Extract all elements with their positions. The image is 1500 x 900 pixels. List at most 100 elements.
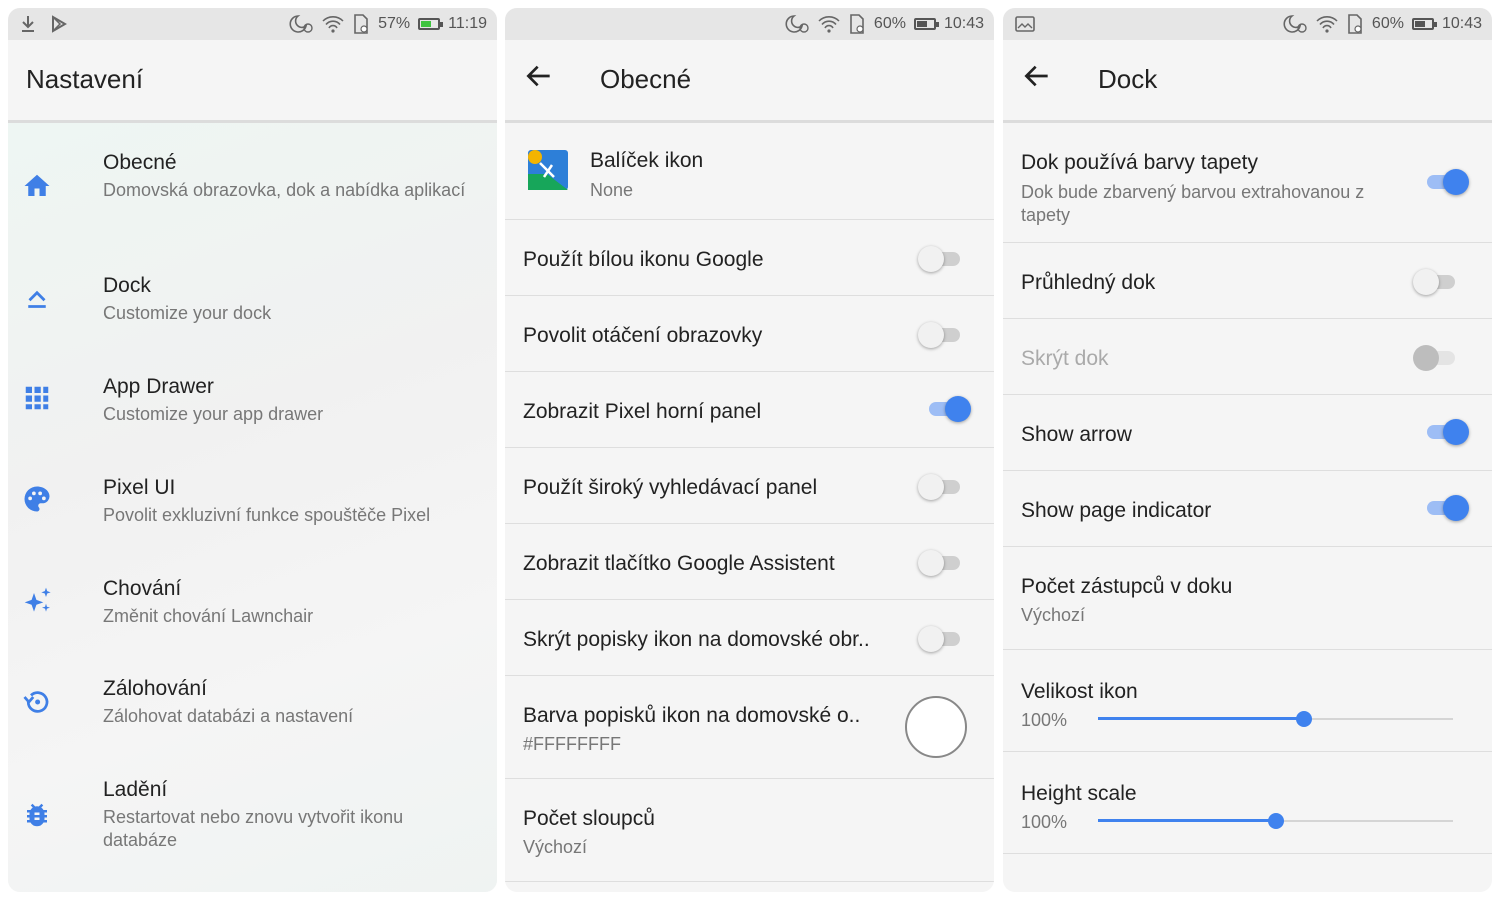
battery-percent: 60%: [1371, 15, 1404, 32]
setting-row-transparent-dock[interactable]: Průhledný dok: [1003, 243, 1492, 319]
icon-size-slider[interactable]: [1098, 709, 1453, 729]
wifi-icon: [322, 14, 344, 34]
setting-row-hide-icon-labels[interactable]: Skrýt popisky ikon na domovské obr..: [505, 600, 994, 676]
setting-row-wide-search-panel[interactable]: Použít široký vyhledávací panel: [505, 448, 994, 524]
setting-row-show-page-indicator[interactable]: Show page indicator: [1003, 471, 1492, 547]
bug-icon: [22, 800, 52, 830]
setting-label: Skrýt dok: [1021, 347, 1109, 370]
setting-value: Výchozí: [523, 837, 588, 857]
setting-row-white-google-icon[interactable]: Použít bílou ikonu Google: [505, 220, 994, 296]
setting-row-dock-icon-count[interactable]: Počet zástupců v doku Výchozí: [1003, 547, 1492, 650]
back-arrow-icon[interactable]: [1021, 60, 1053, 92]
sim-card-icon: [848, 14, 866, 34]
setting-label: Použít široký vyhledávací panel: [523, 476, 818, 499]
toggle-switch[interactable]: [918, 624, 962, 654]
slider-fill: [1098, 717, 1304, 720]
setting-label: Povolit otáčení obrazovky: [523, 324, 763, 347]
setting-label: Počet zástupců v doku: [1021, 575, 1233, 598]
toggle-switch[interactable]: [918, 320, 962, 350]
slider-value: 100%: [1021, 812, 1068, 832]
setting-row-icon-size: Velikost ikon 100%: [1003, 650, 1492, 752]
setting-label: Průhledný dok: [1021, 271, 1156, 294]
backup-icon: [22, 687, 52, 717]
alarm-moon-icon: [288, 14, 314, 34]
setting-row-label-color[interactable]: Barva popisků ikon na domovské o.. #FFFF…: [505, 676, 994, 779]
toggle-switch[interactable]: [1413, 267, 1457, 297]
setting-label: Počet sloupců: [523, 807, 655, 830]
nav-item-title: Ladění: [103, 778, 168, 801]
app-bar: Nastavení: [8, 40, 497, 123]
color-swatch[interactable]: [905, 696, 967, 758]
toggle-switch: [1413, 343, 1457, 373]
setting-row-show-arrow[interactable]: Show arrow: [1003, 395, 1492, 471]
slider-thumb[interactable]: [1295, 711, 1312, 727]
status-bar: 57% 11:19: [8, 8, 497, 40]
nav-item-subtitle: Customize your app drawer: [103, 404, 324, 424]
nav-item-title: Dock: [103, 274, 151, 297]
setting-label: Dok používá barvy tapety: [1021, 151, 1258, 174]
nav-item-pixel-ui[interactable]: Pixel UI Povolit exkluzivní funkce spouš…: [8, 476, 497, 536]
toggle-switch[interactable]: [918, 472, 962, 502]
alarm-moon-icon: [784, 14, 810, 34]
wifi-icon: [1316, 14, 1338, 34]
dock-icon: [22, 284, 52, 314]
toggle-switch[interactable]: [1425, 493, 1469, 523]
nav-item-subtitle: Restartovat nebo znovu vytvořit ikonu da…: [103, 807, 404, 850]
setting-row-wallpaper-colors[interactable]: Dok používá barvy tapety Dok bude zbarve…: [1003, 123, 1492, 243]
nav-item-title: Chování: [103, 577, 182, 600]
sim-card-icon: [352, 14, 370, 34]
page-title: Dock: [1098, 64, 1158, 94]
setting-label: Zobrazit Pixel horní panel: [523, 400, 762, 423]
back-arrow-icon[interactable]: [523, 60, 555, 92]
battery-percent: 57%: [378, 15, 411, 32]
icon-pack-icon: [527, 149, 569, 191]
alarm-moon-icon: [1282, 14, 1308, 34]
settings-screen: 57% 11:19 Nastavení Obecné Domovská obra…: [8, 8, 497, 892]
icon-pack-row[interactable]: Balíček ikon None: [505, 123, 994, 220]
nav-item-backup[interactable]: Zálohování Zálohovat databázi a nastaven…: [8, 677, 497, 737]
setting-label: Zobrazit tlačítko Google Assistent: [523, 552, 835, 575]
sim-card-icon: [1346, 14, 1364, 34]
nav-item-subtitle: Domovská obrazovka, dok a nabídka aplika…: [103, 180, 466, 200]
setting-row-pixel-top-panel[interactable]: Zobrazit Pixel horní panel: [505, 372, 994, 448]
clock: 11:19: [448, 15, 487, 32]
setting-row-height-scale: Height scale 100%: [1003, 752, 1492, 854]
clock: 10:43: [943, 15, 984, 32]
setting-row-assistant-button[interactable]: Zobrazit tlačítko Google Assistent: [505, 524, 994, 600]
nav-item-general[interactable]: Obecné Domovská obrazovka, dok a nabídka…: [8, 151, 497, 231]
toggle-switch[interactable]: [1425, 417, 1469, 447]
nav-item-title: App Drawer: [103, 375, 214, 398]
setting-row-column-count[interactable]: Počet sloupců Výchozí: [505, 779, 994, 882]
page-title: Nastavení: [26, 64, 144, 94]
nav-item-debug[interactable]: Ladění Restartovat nebo znovu vytvořit i…: [8, 778, 497, 858]
nav-item-subtitle: Povolit exkluzivní funkce spouštěče Pixe…: [103, 505, 431, 525]
height-scale-slider[interactable]: [1098, 811, 1453, 831]
settings-list: Obecné Domovská obrazovka, dok a nabídka…: [8, 123, 497, 892]
nav-item-app-drawer[interactable]: App Drawer Customize your app drawer: [8, 375, 497, 435]
toggle-switch[interactable]: [918, 548, 962, 578]
slider-value: 100%: [1021, 710, 1068, 730]
setting-label: Barva popisků ikon na domovské o..: [523, 704, 861, 727]
toggle-switch[interactable]: [927, 394, 971, 424]
wifi-icon: [818, 14, 840, 34]
nav-item-behavior[interactable]: Chování Změnit chování Lawnchair: [8, 577, 497, 637]
battery-icon: [1411, 18, 1437, 30]
app-bar: Obecné: [505, 40, 994, 123]
status-bar: 60% 10:43: [1003, 8, 1492, 40]
slider-thumb[interactable]: [1267, 813, 1284, 829]
setting-row-screen-rotation[interactable]: Povolit otáčení obrazovky: [505, 296, 994, 372]
dock-settings-screen: 60% 10:43 Dock Dok používá barvy tapety …: [1003, 8, 1492, 892]
battery-icon: [418, 18, 444, 30]
nav-item-dock[interactable]: Dock Customize your dock: [8, 274, 497, 334]
toggle-switch[interactable]: [1425, 167, 1469, 197]
setting-label: Skrýt popisky ikon na domovské obr..: [523, 628, 870, 651]
page-title: Obecné: [600, 64, 692, 94]
toggle-switch[interactable]: [918, 244, 962, 274]
nav-item-subtitle: Zálohovat databázi a nastavení: [103, 706, 354, 726]
icon-pack-value: None: [590, 180, 634, 200]
play-store-icon: [50, 15, 68, 33]
setting-value: Výchozí: [1021, 605, 1086, 625]
slider-fill: [1098, 819, 1276, 822]
setting-label: Použít bílou ikonu Google: [523, 248, 764, 271]
nav-item-title: Obecné: [103, 151, 177, 174]
